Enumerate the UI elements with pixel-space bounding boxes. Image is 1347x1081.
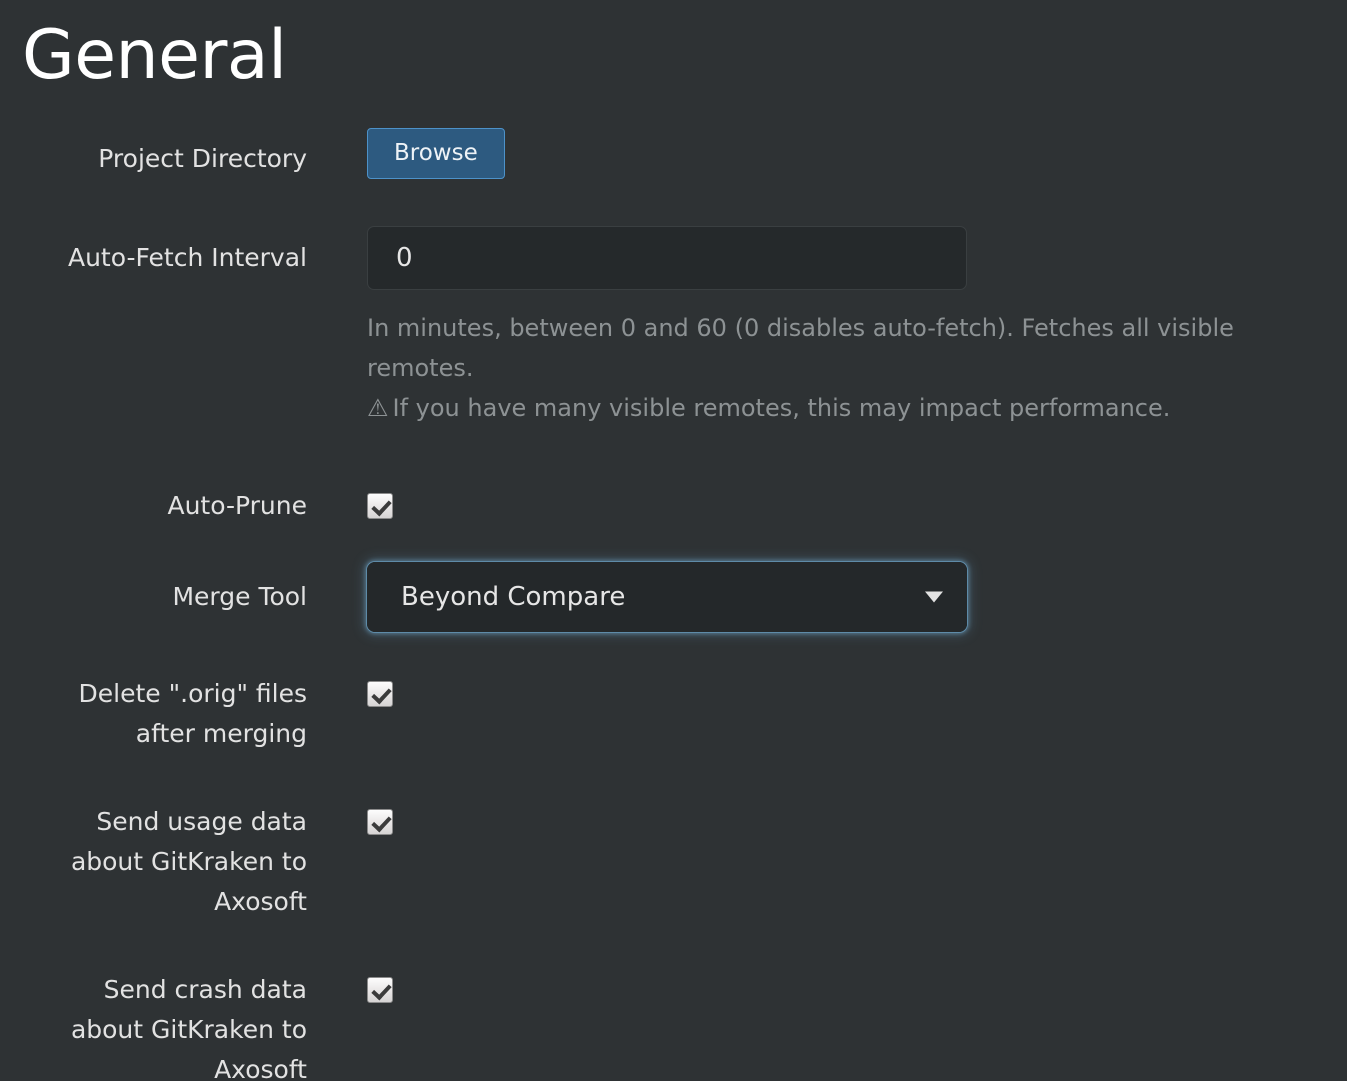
delete-orig-files-control (307, 674, 1347, 714)
delete-orig-files-label: Delete ".orig" files after merging (0, 674, 307, 754)
row-merge-tool: Merge Tool Beyond Compare (0, 562, 1347, 632)
auto-prune-label: Auto-Prune (167, 491, 307, 520)
usage-label-line-3: Axosoft (214, 887, 307, 916)
send-usage-data-label: Send usage data about GitKraken to Axoso… (0, 802, 307, 922)
project-directory-label: Project Directory (98, 144, 307, 173)
send-crash-data-checkbox[interactable] (367, 977, 393, 1003)
send-crash-data-label: Send crash data about GitKraken to Axoso… (0, 970, 307, 1081)
auto-fetch-interval-input[interactable] (367, 226, 967, 290)
settings-form: Project Directory Browse Auto-Fetch Inte… (0, 128, 1347, 1081)
page-title: General (22, 16, 287, 95)
crash-label-line-3: Axosoft (214, 1055, 307, 1081)
delete-orig-files-checkbox[interactable] (367, 681, 393, 707)
crash-label-line-2: about GitKraken to (70, 1015, 307, 1044)
auto-prune-checkbox-wrap (367, 486, 1347, 526)
usage-label-line-2: about GitKraken to (70, 847, 307, 876)
merge-tool-control: Beyond Compare (307, 562, 1347, 632)
usage-checkbox-wrap (367, 802, 1347, 842)
crash-label-line-1: Send crash data (103, 975, 307, 1004)
auto-fetch-interval-control: In minutes, between 0 and 60 (0 disables… (307, 226, 1347, 428)
help-line-3: If you have many visible remotes, this m… (392, 394, 1171, 422)
project-directory-control: Browse (307, 128, 1347, 180)
usage-label-line-1: Send usage data (96, 807, 307, 836)
send-usage-data-checkbox[interactable] (367, 809, 393, 835)
general-settings-page: General Project Directory Browse Auto-Fe… (0, 0, 1347, 1081)
help-line-2: remotes. (367, 354, 474, 382)
help-line-3-wrapper: ⚠ If you have many visible remotes, this … (367, 388, 1267, 428)
merge-tool-select-wrap: Beyond Compare (367, 562, 967, 632)
send-crash-data-control (307, 970, 1347, 1010)
warning-triangle-icon: ⚠ (367, 394, 389, 422)
row-delete-orig-files: Delete ".orig" files after merging (0, 674, 1347, 754)
row-send-usage-data: Send usage data about GitKraken to Axoso… (0, 802, 1347, 922)
delete-orig-checkbox-wrap (367, 674, 1347, 714)
row-auto-prune: Auto-Prune (0, 486, 1347, 526)
row-project-directory: Project Directory Browse (0, 128, 1347, 190)
send-usage-data-control (307, 802, 1347, 842)
auto-prune-checkbox[interactable] (367, 493, 393, 519)
delete-orig-label-line-2: after merging (135, 719, 307, 748)
merge-tool-select[interactable]: Beyond Compare (367, 562, 967, 632)
delete-orig-label-line-1: Delete ".orig" files (78, 679, 307, 708)
auto-fetch-help-text: In minutes, between 0 and 60 (0 disables… (367, 308, 1267, 428)
merge-tool-label: Merge Tool (172, 582, 307, 611)
browse-button[interactable]: Browse (367, 128, 505, 180)
crash-checkbox-wrap (367, 970, 1347, 1010)
auto-prune-control (307, 486, 1347, 526)
row-send-crash-data: Send crash data about GitKraken to Axoso… (0, 970, 1347, 1081)
row-auto-fetch-interval: Auto-Fetch Interval In minutes, between … (0, 226, 1347, 428)
auto-fetch-interval-label: Auto-Fetch Interval (67, 243, 307, 272)
help-line-1: In minutes, between 0 and 60 (0 disables… (367, 314, 1234, 342)
